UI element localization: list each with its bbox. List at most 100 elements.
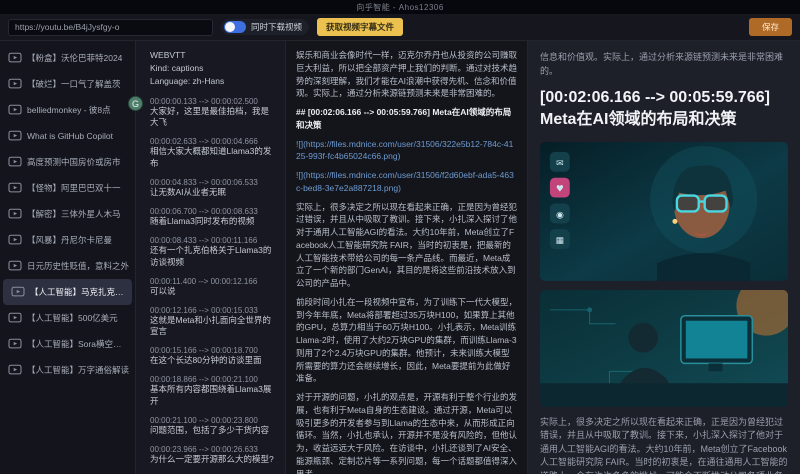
editor-paragraph[interactable]: 实际上，很多决定之所以现在看起来正确，正是因为曾经犯过错误，并且从中吸取了教训。… — [296, 201, 517, 290]
video-list-item-label: What is GitHub Copilot — [27, 131, 113, 141]
video-list-item[interactable]: What is GitHub Copilot — [0, 123, 135, 149]
subtitle-entry[interactable]: 00:00:08.433 --> 00:00:11.166 还有一个扎克伯格关于… — [150, 236, 277, 269]
subtitle-text: 随着Llama3同时发布的视频 — [150, 216, 277, 228]
ai-illustration-2 — [540, 290, 788, 407]
svg-text:◉: ◉ — [556, 210, 564, 220]
editor-paragraph[interactable]: ## [00:02:06.166 --> 00:05:59.766] Meta在… — [296, 106, 517, 132]
video-list-item-label: 【破烂】一口气了解盖茨 — [27, 78, 121, 90]
editor-paragraph-text: 对于开源的问题，小扎的观点是，开源有利于整个行业的发展，也有利于Meta自身的生… — [296, 392, 517, 474]
subtitle-entry[interactable]: 00:00:02.633 --> 00:00:04.666 相信大家大概都知道L… — [150, 137, 277, 170]
video-icon — [8, 182, 22, 194]
window-title: 向乎智能 - Ahos12306 — [356, 2, 444, 13]
video-icon — [8, 364, 22, 376]
video-icon — [8, 234, 22, 246]
editor-paragraph[interactable]: 娱乐和商业会像时代一样，迈克尔乔丹也从投资的公司赚取巨大利益，所以把全部资产押上… — [296, 49, 517, 100]
editor-paragraph-text: ![](https://files.mdnice.com/user/31506/… — [296, 139, 513, 162]
subtitle-text: 问题范围，包括了多少干货内容 — [150, 425, 277, 437]
subtitle-text: 还有一个扎克伯格关于Llama3的访谈视频 — [150, 245, 277, 269]
subtitle-entry[interactable]: 00:00:11.400 --> 00:00:12.166 可以说 — [150, 277, 277, 298]
subtitle-entry[interactable]: 00:00:12.166 --> 00:00:15.033 这就是Meta和小扎… — [150, 306, 277, 339]
download-video-toggle[interactable]: 同时下载视频 — [221, 19, 309, 35]
video-list-item-label: 【风暴】丹尼尔卡尼曼 — [27, 234, 112, 246]
subtitle-text: 在这个长达80分钟的访谈里面 — [150, 355, 277, 367]
avatar-badge[interactable]: G — [128, 96, 143, 111]
fetch-subtitles-button[interactable]: 获取视频字幕文件 — [317, 18, 403, 36]
subtitle-timestamp: 00:00:00.133 --> 00:00:02.500 — [150, 97, 277, 106]
window-titlebar: 向乎智能 - Ahos12306 — [0, 0, 800, 14]
video-list-item[interactable]: 【人工智能】Sora横空出世 — [0, 331, 135, 357]
video-list-item[interactable]: 【人工智能】万字通俗解读 — [0, 357, 135, 383]
subtitle-text: 这就是Meta和小扎面向全世界的宣言 — [150, 315, 277, 339]
video-icon — [8, 130, 22, 142]
video-icon — [8, 52, 22, 64]
vtt-kind-line: Kind: captions — [150, 62, 277, 75]
subtitle-text: 基本所有内容都围绕着Llama3展开 — [150, 384, 277, 408]
video-list-item[interactable]: 【解密】三体外星人木马 — [0, 201, 135, 227]
editor-paragraph-text: 娱乐和商业会像时代一样，迈克尔乔丹也从投资的公司赚取巨大利益，所以把全部资产押上… — [296, 50, 517, 98]
video-list-item-label: 【人工智能】Sora横空出世 — [27, 338, 129, 350]
video-list-item[interactable]: 日元历史性贬值，意料之外 — [0, 253, 135, 279]
video-list-item[interactable]: 高度预测中国房价或房市 — [0, 149, 135, 175]
subtitle-timestamp: 00:00:12.166 --> 00:00:15.033 — [150, 306, 277, 315]
video-list-item[interactable]: 【人工智能】500亿美元 — [0, 305, 135, 331]
video-list-item-label: 【人工智能】500亿美元 — [27, 312, 118, 324]
subtitle-timestamp: 00:00:23.966 --> 00:00:26.633 — [150, 445, 277, 454]
preview-body-text: 实际上，很多决定之所以现在看起来正确，正是因为曾经犯过错误，并且从中吸取了教训。… — [540, 416, 788, 474]
editor-paragraph[interactable]: 对于开源的问题，小扎的观点是，开源有利于整个行业的发展，也有利于Meta自身的生… — [296, 391, 517, 474]
subtitle-timestamp: 00:00:02.633 --> 00:00:04.666 — [150, 137, 277, 146]
ai-illustration-1: ✉ ♥ ◉ ▦ — [540, 142, 788, 281]
markdown-editor[interactable]: 娱乐和商业会像时代一样，迈克尔乔丹也从投资的公司赚取巨大利益，所以把全部资产押上… — [286, 41, 528, 474]
editor-paragraph[interactable]: ![](https://files.mdnice.com/user/31506/… — [296, 169, 517, 195]
save-button[interactable]: 保存 — [749, 18, 792, 36]
subtitle-text: 让无数AI从业者无眠 — [150, 187, 277, 199]
subtitle-timestamp: 00:00:04.833 --> 00:00:06.533 — [150, 178, 277, 187]
video-icon — [11, 286, 25, 298]
subtitle-entry[interactable]: 00:00:18.866 --> 00:00:21.100 基本所有内容都围绕着… — [150, 375, 277, 408]
subtitle-timestamp: 00:00:08.433 --> 00:00:11.166 — [150, 236, 277, 245]
video-list-item[interactable]: belliedmonkey - 彼8点 — [0, 97, 135, 123]
video-list-item-label: 【人工智能】马克扎克伯格 — [30, 286, 126, 298]
subtitle-entry[interactable]: 00:00:15.166 --> 00:00:18.700 在这个长达80分钟的… — [150, 346, 277, 367]
video-icon — [8, 78, 22, 90]
vtt-language-line: Language: zh-Hans — [150, 75, 277, 88]
video-list-item-label: 【粉盒】沃伦巴菲特2024 — [27, 52, 122, 64]
svg-text:♥: ♥ — [556, 184, 564, 194]
subtitle-entry[interactable]: 00:00:21.100 --> 00:00:23.800 问题范围，包括了多少… — [150, 416, 277, 437]
editor-paragraph[interactable]: 前段时间小扎在一段视频中宣布，为了训练下一代大模型，到今年年底，Meta将部署超… — [296, 296, 517, 385]
video-icon — [8, 260, 22, 272]
subtitle-entries: 00:00:00.133 --> 00:00:02.500 大家好，这里是最佳拍… — [150, 97, 277, 474]
video-list-item[interactable]: 【风暴】丹尼尔卡尼曼 — [0, 227, 135, 253]
editor-paragraph[interactable]: ![](https://files.mdnice.com/user/31506/… — [296, 138, 517, 164]
vtt-format-line: WEBVTT — [150, 49, 277, 62]
svg-text:▦: ▦ — [556, 236, 564, 246]
subtitle-text: 相信大家大概都知道Llama3的发布 — [150, 146, 277, 170]
editor-paragraph-text: 实际上，很多决定之所以现在看起来正确，正是因为曾经犯过错误，并且从中吸取了教训。… — [296, 202, 517, 289]
video-list-item-label: 日元历史性贬值，意料之外 — [27, 260, 129, 272]
app-window: 向乎智能 - Ahos12306 同时下载视频 获取视频字幕文件 保存 — [0, 0, 800, 474]
subtitle-panel: WEBVTT Kind: captions Language: zh-Hans … — [136, 41, 286, 474]
url-input[interactable] — [8, 19, 213, 36]
preview-intro-text: 信息和价值观。实际上，通过分析来源链预测未来是非常困难的。 — [540, 51, 788, 78]
subtitle-entry[interactable]: 00:00:23.966 --> 00:00:26.633 为什么一定要开源那么… — [150, 445, 277, 466]
video-icon — [8, 338, 22, 350]
video-list-sidebar: 【粉盒】沃伦巴菲特2024 【破烂】一口气了解盖茨 — [0, 41, 136, 474]
subtitle-text: 为什么一定要开源那么大的模型? — [150, 454, 277, 466]
video-list-item[interactable]: 【破烂】一口气了解盖茨 — [0, 71, 135, 97]
subtitle-entry[interactable]: 00:00:04.833 --> 00:00:06.533 让无数AI从业者无眠 — [150, 178, 277, 199]
preview-section-heading: [00:02:06.166 --> 00:05:59.766] Meta在AI领… — [540, 87, 788, 132]
svg-text:✉: ✉ — [556, 159, 563, 169]
toggle-label: 同时下载视频 — [251, 21, 302, 33]
subtitle-timestamp: 00:00:21.100 --> 00:00:23.800 — [150, 416, 277, 425]
video-list-item[interactable]: 【粉盒】沃伦巴菲特2024 — [0, 45, 135, 71]
subtitle-entry[interactable]: 00:00:00.133 --> 00:00:02.500 大家好，这里是最佳拍… — [150, 97, 277, 130]
video-list-item-label: 【解密】三体外星人木马 — [27, 208, 121, 220]
video-icon — [8, 312, 22, 324]
video-list-item-label: 【怪物】阿里巴巴双十一 — [27, 182, 121, 194]
toolbar: 同时下载视频 获取视频字幕文件 保存 — [0, 14, 800, 41]
video-list-item-label: 高度预测中国房价或房市 — [27, 156, 121, 168]
toggle-switch-icon[interactable] — [224, 21, 246, 33]
subtitle-text: 大家好，这里是最佳拍档，我是大飞 — [150, 106, 277, 130]
video-list-item[interactable]: 【人工智能】马克扎克伯格 — [3, 279, 132, 305]
video-list-item[interactable]: 【怪物】阿里巴巴双十一 — [0, 175, 135, 201]
subtitle-entry[interactable]: 00:00:06.700 --> 00:00:08.633 随着Llama3同时… — [150, 207, 277, 228]
